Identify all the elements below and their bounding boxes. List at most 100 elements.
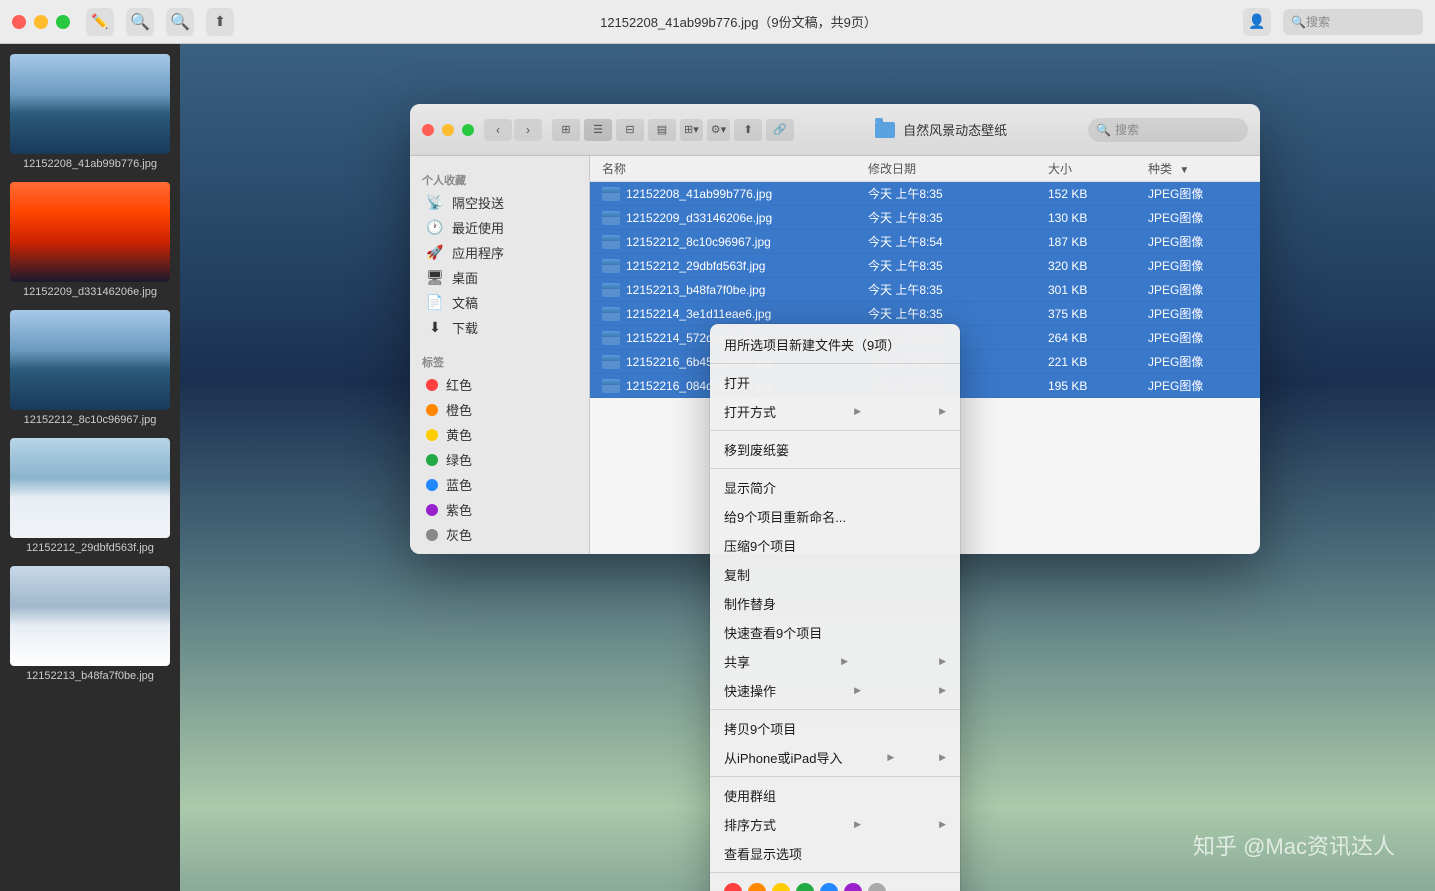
cm-use-groups[interactable]: 使用群组 xyxy=(710,781,960,810)
folder-icon xyxy=(875,122,895,138)
thumbnail-item-1[interactable]: 12152208_41ab99b776.jpg xyxy=(10,54,170,174)
header-size[interactable]: 大小 xyxy=(1048,160,1148,177)
sidebar-item-all-tags[interactable]: ⊙ 所有标签... xyxy=(414,547,585,554)
cm-tag-dot-orange[interactable] xyxy=(748,883,766,891)
maximize-button[interactable] xyxy=(56,15,70,29)
tag-dot-red xyxy=(426,379,438,391)
finder-title: 自然风景动态壁纸 xyxy=(804,120,1078,139)
cm-tag-dot-green[interactable] xyxy=(796,883,814,891)
finder-maximize-button[interactable] xyxy=(462,124,474,136)
menu-search[interactable]: 🔍 搜索 xyxy=(1283,9,1423,35)
sidebar-label-tag-purple: 紫色 xyxy=(446,500,472,519)
airdrop-icon: 📡 xyxy=(426,194,444,211)
finder-close-button[interactable] xyxy=(422,124,434,136)
view-gallery-button[interactable]: ▤ xyxy=(648,119,676,141)
file-icon-9 xyxy=(602,379,620,393)
share-button[interactable]: ⬆ xyxy=(734,119,762,141)
header-name: 名称 xyxy=(602,160,868,177)
file-row-3[interactable]: 12152212_8c10c96967.jpg 今天 上午8:54 187 KB… xyxy=(590,230,1260,254)
sidebar-item-tag-orange[interactable]: 橙色 xyxy=(414,397,585,422)
cm-tag-dot-red[interactable] xyxy=(724,883,742,891)
edit-icon[interactable]: ✏️ xyxy=(86,8,114,36)
file-kind-9: JPEG图像 xyxy=(1148,377,1248,394)
file-row-1[interactable]: 12152208_41ab99b776.jpg 今天 上午8:35 152 KB… xyxy=(590,182,1260,206)
file-size-5: 301 KB xyxy=(1048,283,1148,297)
cm-duplicate[interactable]: 拷贝9个项目 xyxy=(710,714,960,743)
cm-tag-dot-blue[interactable] xyxy=(820,883,838,891)
view-columns-button[interactable]: ⊟ xyxy=(616,119,644,141)
sidebar-item-recents[interactable]: 🕐 最近使用 xyxy=(414,215,585,240)
cm-quicklook[interactable]: 快速查看9个项目 xyxy=(710,618,960,647)
file-icon-6 xyxy=(602,307,620,321)
view-group-button[interactable]: ⊞▾ xyxy=(680,119,703,141)
finder-forward-button[interactable]: › xyxy=(514,119,542,141)
cm-tag-dot-purple[interactable] xyxy=(844,883,862,891)
cm-trash[interactable]: 移到废纸篓 xyxy=(710,435,960,464)
sidebar-item-tag-green[interactable]: 绿色 xyxy=(414,447,585,472)
link-button[interactable]: 🔗 xyxy=(766,119,794,141)
view-sort-button[interactable]: ⚙▾ xyxy=(707,119,730,141)
cm-import[interactable]: 从iPhone或iPad导入 ▶ xyxy=(710,743,960,772)
cm-get-info[interactable]: 显示简介 xyxy=(710,473,960,502)
file-date-3: 今天 上午8:54 xyxy=(868,233,1048,250)
zoom-in-icon[interactable]: 🔍 xyxy=(166,8,194,36)
thumbnail-item-2[interactable]: 12152209_d33146206e.jpg xyxy=(10,182,170,302)
cm-open[interactable]: 打开 xyxy=(710,368,960,397)
cm-alias[interactable]: 制作替身 xyxy=(710,589,960,618)
thumbnail-image-1 xyxy=(10,54,170,154)
person-icon[interactable]: 👤 xyxy=(1243,8,1271,36)
cm-open-with[interactable]: 打开方式 ▶ xyxy=(710,397,960,426)
cm-new-folder[interactable]: 用所选项目新建文件夹（9项） xyxy=(710,330,960,359)
sidebar-label-tag-orange: 橙色 xyxy=(446,400,472,419)
cm-tag-dot-yellow[interactable] xyxy=(772,883,790,891)
tag-dot-blue xyxy=(426,479,438,491)
sidebar-item-airdrop[interactable]: 📡 隔空投送 xyxy=(414,190,585,215)
finder-search[interactable]: 🔍 搜索 xyxy=(1088,118,1248,142)
close-button[interactable] xyxy=(12,15,26,29)
sidebar-item-documents[interactable]: 📄 文稿 xyxy=(414,290,585,315)
cm-sort-by[interactable]: 排序方式 ▶ xyxy=(710,810,960,839)
watermark: 知乎 @Mac资讯达人 xyxy=(1193,829,1395,861)
cm-quick-actions[interactable]: 快速操作 ▶ xyxy=(710,676,960,705)
share-icon[interactable]: ⬆ xyxy=(206,8,234,36)
file-row-2[interactable]: 12152209_d33146206e.jpg 今天 上午8:35 130 KB… xyxy=(590,206,1260,230)
thumbnail-item-3[interactable]: 12152212_8c10c96967.jpg xyxy=(10,310,170,430)
file-row-4[interactable]: 12152212_29dbfd563f.jpg 今天 上午8:35 320 KB… xyxy=(590,254,1260,278)
sidebar-item-tag-gray[interactable]: 灰色 xyxy=(414,522,585,547)
file-date-4: 今天 上午8:35 xyxy=(868,257,1048,274)
sidebar-item-tag-yellow[interactable]: 黄色 xyxy=(414,422,585,447)
sidebar-label-tag-blue: 蓝色 xyxy=(446,475,472,494)
cm-share[interactable]: 共享 ▶ xyxy=(710,647,960,676)
cm-compress[interactable]: 压缩9个项目 xyxy=(710,531,960,560)
sidebar-item-applications[interactable]: 🚀 应用程序 xyxy=(414,240,585,265)
finder-view-buttons: ⊞ ☰ ⊟ ▤ ⊞▾ ⚙▾ ⬆ 🔗 xyxy=(552,119,794,141)
sidebar-item-tag-purple[interactable]: 紫色 xyxy=(414,497,585,522)
finder-traffic-lights xyxy=(422,124,474,136)
minimize-button[interactable] xyxy=(34,15,48,29)
window-traffic-lights xyxy=(12,15,70,29)
finder-minimize-button[interactable] xyxy=(442,124,454,136)
applications-icon: 🚀 xyxy=(426,244,444,261)
cm-copy[interactable]: 复制 xyxy=(710,560,960,589)
sidebar-item-downloads[interactable]: ⬇ 下载 xyxy=(414,315,585,340)
header-date[interactable]: 修改日期 xyxy=(868,160,1048,177)
file-row-6[interactable]: 12152214_3e1d11eae6.jpg 今天 上午8:35 375 KB… xyxy=(590,302,1260,326)
zoom-out-icon[interactable]: 🔍 xyxy=(126,8,154,36)
view-list-button[interactable]: ☰ xyxy=(584,119,612,141)
thumbnail-item-5[interactable]: 12152213_b48fa7f0be.jpg xyxy=(10,566,170,686)
finder-back-button[interactable]: ‹ xyxy=(484,119,512,141)
file-size-1: 152 KB xyxy=(1048,187,1148,201)
cm-tag-dot-gray[interactable] xyxy=(868,883,886,891)
documents-icon: 📄 xyxy=(426,294,444,311)
tag-dot-orange xyxy=(426,404,438,416)
file-date-6: 今天 上午8:35 xyxy=(868,305,1048,322)
cm-rename[interactable]: 给9个项目重新命名... xyxy=(710,502,960,531)
sidebar-item-desktop[interactable]: 🖥 桌面 xyxy=(414,265,585,290)
sidebar-item-tag-blue[interactable]: 蓝色 xyxy=(414,472,585,497)
view-grid-button[interactable]: ⊞ xyxy=(552,119,580,141)
file-row-5[interactable]: 12152213_b48fa7f0be.jpg 今天 上午8:35 301 KB… xyxy=(590,278,1260,302)
thumbnail-item-4[interactable]: 12152212_29dbfd563f.jpg xyxy=(10,438,170,558)
cm-show-view-options[interactable]: 查看显示选项 xyxy=(710,839,960,868)
sidebar-item-tag-red[interactable]: 红色 xyxy=(414,372,585,397)
sort-submenu-arrow-icon: ▶ xyxy=(854,819,861,830)
